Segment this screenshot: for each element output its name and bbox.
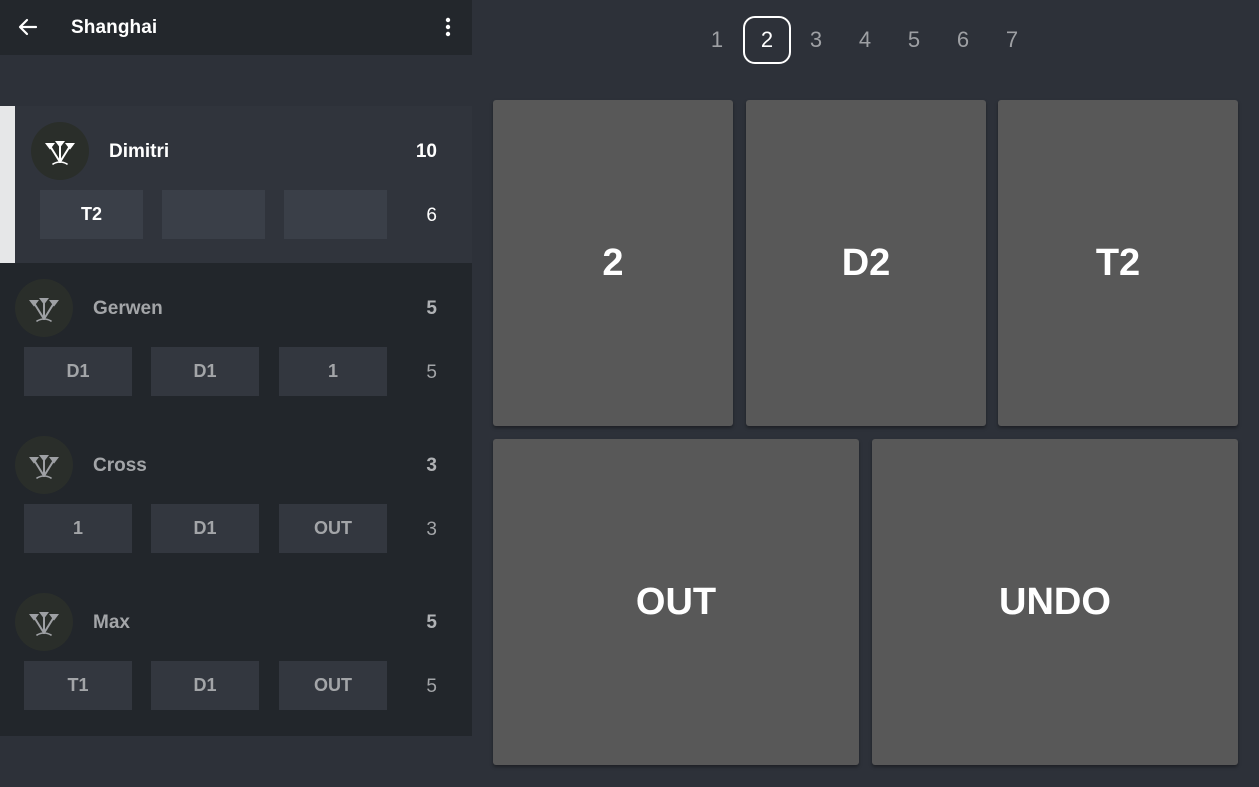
- dart-slot-1: 1: [24, 504, 132, 553]
- active-player-indicator: [0, 106, 15, 263]
- player-total-score: 3: [426, 455, 437, 476]
- round-6[interactable]: 6: [939, 16, 987, 64]
- player-name: Gerwen: [93, 298, 163, 319]
- round-score: 5: [426, 676, 437, 697]
- round-3[interactable]: 3: [792, 16, 840, 64]
- dart-slot-3: OUT: [279, 661, 387, 710]
- player-card[interactable]: Gerwen 5 D1 D1 1 5: [0, 263, 472, 420]
- darts-icon: [31, 122, 89, 180]
- round-2-selected[interactable]: 2: [743, 16, 791, 64]
- dart-slot-1: T1: [24, 661, 132, 710]
- round-score: 6: [426, 205, 437, 226]
- dart-slot-1: T2: [40, 190, 143, 239]
- dart-slot-2: D1: [151, 661, 259, 710]
- double-button[interactable]: D2: [746, 100, 986, 426]
- round-score: 5: [426, 362, 437, 383]
- round-1[interactable]: 1: [693, 16, 741, 64]
- round-7[interactable]: 7: [988, 16, 1036, 64]
- dart-slot-2: D1: [151, 347, 259, 396]
- round-5[interactable]: 5: [890, 16, 938, 64]
- player-name: Dimitri: [109, 141, 170, 162]
- darts-icon: [15, 436, 73, 494]
- out-button[interactable]: OUT: [493, 439, 859, 765]
- app-root: Shanghai Dimitri 10 T2 6 Gerwen 5 D1 D1 …: [0, 0, 1259, 787]
- dart-slot-2: D1: [151, 504, 259, 553]
- dart-slot-3: 1: [279, 347, 387, 396]
- player-card[interactable]: Cross 3 1 D1 OUT 3: [0, 420, 472, 577]
- player-card-active[interactable]: Dimitri 10 T2 6: [0, 106, 472, 263]
- undo-button[interactable]: UNDO: [872, 439, 1238, 765]
- dart-slot-1: D1: [24, 347, 132, 396]
- round-4[interactable]: 4: [841, 16, 889, 64]
- round-score: 3: [426, 519, 437, 540]
- single-button[interactable]: 2: [493, 100, 733, 426]
- back-arrow-icon[interactable]: [16, 15, 40, 39]
- dart-slot-3: OUT: [279, 504, 387, 553]
- more-vertical-icon[interactable]: [436, 15, 460, 39]
- dart-slot-3: [284, 190, 387, 239]
- app-bar: Shanghai: [0, 0, 472, 55]
- page-title: Shanghai: [71, 17, 158, 38]
- player-total-score: 5: [426, 298, 437, 319]
- player-total-score: 5: [426, 612, 437, 633]
- darts-icon: [15, 593, 73, 651]
- triple-button[interactable]: T2: [998, 100, 1238, 426]
- player-card[interactable]: Max 5 T1 D1 OUT 5: [0, 577, 472, 736]
- player-total-score: 10: [415, 141, 437, 162]
- player-name: Max: [93, 612, 130, 633]
- darts-icon: [15, 279, 73, 337]
- player-name: Cross: [93, 455, 147, 476]
- dart-slot-2: [162, 190, 265, 239]
